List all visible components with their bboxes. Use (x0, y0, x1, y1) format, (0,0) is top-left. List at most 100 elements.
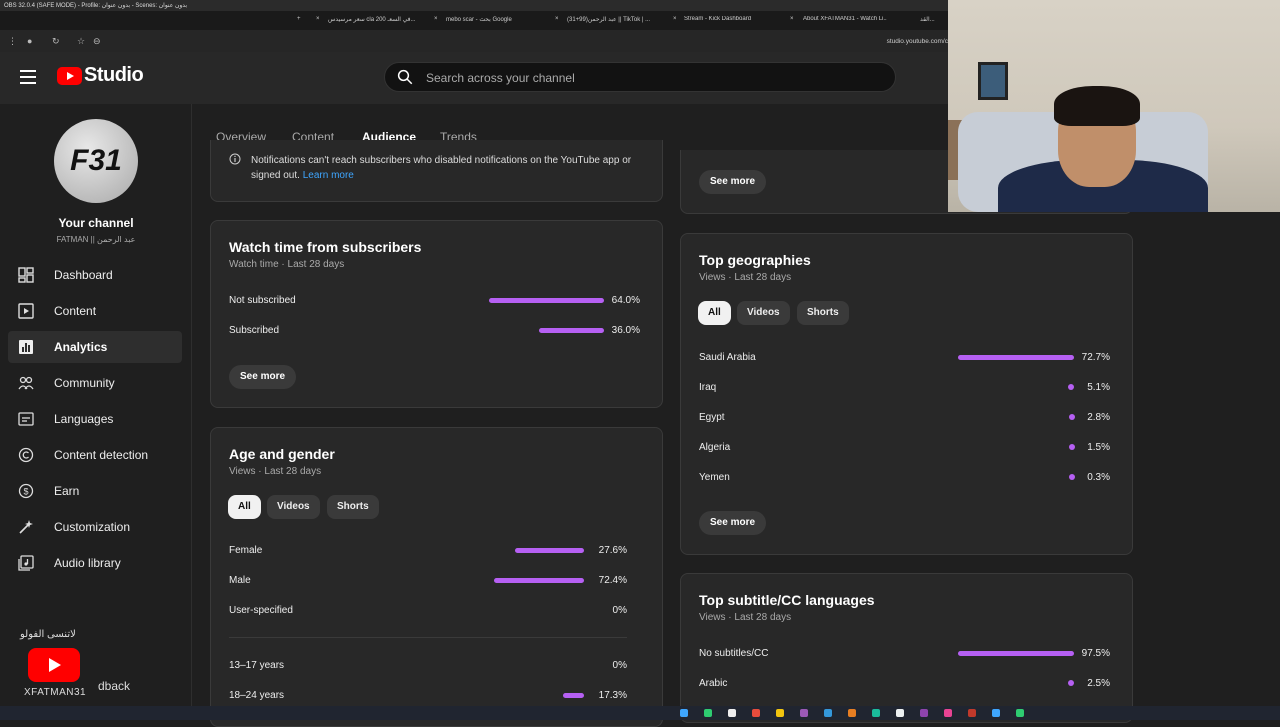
taskbar-app-icon[interactable] (776, 709, 784, 717)
row-value: 72.4% (598, 575, 627, 586)
sidebar-item-content-detection[interactable]: Content detection (8, 439, 182, 471)
tab-close-icon[interactable]: × (555, 16, 559, 22)
card-subtitle: Watch time · Last 28 days (229, 259, 345, 270)
sidebar-item-label: Languages (54, 412, 114, 426)
see-more-button[interactable]: See more (699, 170, 767, 194)
taskbar-app-icon[interactable] (896, 709, 904, 717)
url-text[interactable]: studio.youtube.com/c (887, 38, 948, 45)
browser-tab[interactable]: القد... (920, 16, 946, 23)
sidebar-item-audio-library[interactable]: Audio library (8, 547, 182, 579)
sidebar-item-earn[interactable]: $ Earn (8, 475, 182, 507)
obs-title: OBS 32.0.4 (SAFE MODE) - Profile: بدون ع… (4, 3, 188, 9)
filter-chip-shorts[interactable]: Shorts (797, 301, 849, 325)
taskbar-app-icon[interactable] (848, 709, 856, 717)
bookmark-star-icon[interactable]: ☆ (77, 36, 85, 47)
site-info-icon[interactable]: ⊖ (93, 36, 101, 47)
svg-text:$: $ (23, 487, 28, 497)
card-title: Top geographies (699, 252, 811, 268)
card-subtitle: Views · Last 28 days (699, 612, 792, 623)
filter-chip-videos[interactable]: Videos (737, 301, 790, 325)
studio-logo-text[interactable]: Studio (84, 64, 144, 87)
see-more-button[interactable]: See more (699, 511, 767, 535)
browser-address-bar[interactable]: ⋮ ● ↻ ☆ ⊖ studio.youtube.com/c (0, 30, 948, 52)
card-title: Top subtitle/CC languages (699, 592, 875, 608)
row-value: 64.0% (611, 295, 640, 306)
taskbar-app-icon[interactable] (824, 709, 832, 717)
row-value: 0% (612, 605, 627, 616)
row-value: 5.1% (1087, 382, 1110, 393)
card-subtitle: Views · Last 28 days (699, 272, 792, 283)
filter-chip-all[interactable]: All (228, 495, 261, 519)
sidebar-item-label: Audio library (54, 556, 121, 570)
search-placeholder: Search across your channel (426, 71, 575, 85)
sidebar-item-community[interactable]: Community (8, 367, 182, 399)
customization-icon (19, 520, 33, 534)
row-label: Yemen (699, 472, 730, 483)
webcam-poster (978, 62, 1008, 100)
sidebar-item-dashboard[interactable]: Dashboard (8, 259, 182, 291)
youtube-logo-icon[interactable] (57, 67, 82, 85)
tab-close-icon[interactable]: × (790, 16, 794, 22)
sidebar-item-analytics[interactable]: Analytics (8, 331, 182, 363)
webcam-person-hair (1054, 86, 1140, 126)
filter-chip-shorts[interactable]: Shorts (327, 495, 379, 519)
learn-more-link[interactable]: Learn more (303, 170, 354, 181)
taskbar-app-icon[interactable] (800, 709, 808, 717)
send-feedback-label[interactable]: dback (98, 679, 130, 693)
analytics-icon (19, 340, 33, 354)
taskbar-app-icon[interactable] (872, 709, 880, 717)
row-bar (493, 578, 584, 583)
filter-chip-all[interactable]: All (698, 301, 731, 325)
filter-chip-videos[interactable]: Videos (267, 495, 320, 519)
browser-tab[interactable]: Stream - Kick Dashboard (684, 16, 764, 22)
row-value: 97.5% (1081, 648, 1110, 659)
taskbar-app-icon[interactable] (1016, 709, 1024, 717)
new-tab-icon[interactable]: + (297, 16, 301, 22)
refresh-icon[interactable]: ↻ (52, 36, 60, 47)
hamburger-menu-icon[interactable] (20, 70, 36, 84)
taskbar-app-icon[interactable] (944, 709, 952, 717)
browser-tab-strip: + × سعر مرسيدس cla 200 في السعـ... × meb… (0, 11, 948, 30)
sidebar-item-label: Customization (54, 520, 131, 534)
tab-close-icon[interactable]: × (316, 16, 320, 22)
row-label: Algeria (699, 442, 731, 453)
taskbar-app-icon[interactable] (680, 709, 688, 717)
sidebar-item-label: Content detection (54, 448, 149, 462)
taskbar-app-icon[interactable] (992, 709, 1000, 717)
tab-close-icon[interactable]: × (434, 16, 438, 22)
row-label: Not subscribed (229, 295, 296, 306)
notification-text: Notifications can't reach subscribers wh… (251, 155, 632, 166)
menu-dots-icon[interactable]: ⋮ (8, 36, 17, 47)
overlay-sticker-name: XFATMAN31 (24, 687, 87, 698)
os-taskbar (0, 706, 1280, 720)
sidebar-item-content[interactable]: Content (8, 295, 182, 327)
browser-tab[interactable]: mebo scar - بحث Google (446, 16, 528, 23)
taskbar-app-icon[interactable] (752, 709, 760, 717)
row-label: No subtitles/CC (699, 648, 769, 659)
notification-text-line2: signed out. Learn more (251, 170, 354, 181)
audio-library-icon (18, 555, 34, 571)
row-label: 18–24 years (229, 690, 285, 701)
search-icon[interactable] (396, 68, 414, 86)
sidebar-item-languages[interactable]: Languages (8, 403, 182, 435)
taskbar-app-icon[interactable] (728, 709, 736, 717)
row-label: Subscribed (229, 325, 280, 336)
overlay-youtube-icon (28, 648, 80, 682)
browser-tab[interactable]: (31+99)عبد الرحمن || TikTok | ... (567, 16, 659, 23)
tab-close-icon[interactable]: × (673, 16, 677, 22)
row-value: 2.8% (1087, 412, 1110, 423)
sidebar-item-customization[interactable]: Customization (8, 511, 182, 543)
see-more-button[interactable]: See more (229, 365, 297, 389)
row-label: Saudi Arabia (699, 352, 756, 363)
taskbar-app-icon[interactable] (704, 709, 712, 717)
row-label: Arabic (699, 678, 728, 689)
sidebar-item-label: Analytics (54, 340, 108, 354)
taskbar-app-icon[interactable] (968, 709, 976, 717)
browser-tab[interactable]: سعر مرسيدس cla 200 في السعـ... (328, 16, 416, 23)
subtitle-languages-card: Top subtitle/CC languages Views · Last 2… (680, 573, 1133, 723)
taskbar-app-icon[interactable] (920, 709, 928, 717)
browser-tab[interactable]: About XFATMAN31 - Watch Li... (803, 16, 887, 22)
earn-icon: $ (18, 483, 34, 499)
profile-icon[interactable]: ● (27, 36, 32, 46)
row-value: 17.3% (598, 690, 627, 701)
